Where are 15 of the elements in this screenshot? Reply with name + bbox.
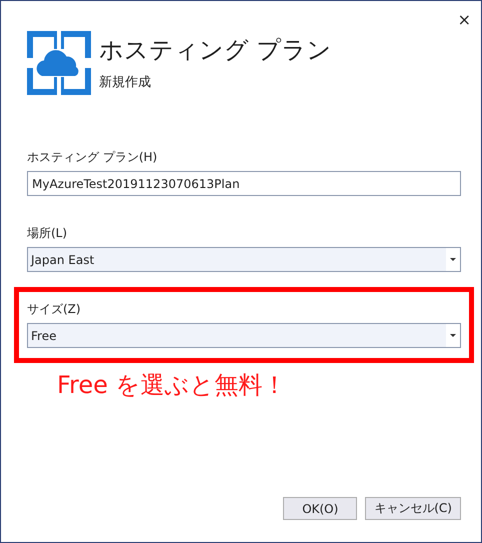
dropdown-arrow-icon xyxy=(450,334,456,337)
dialog-subtitle: 新規作成 xyxy=(99,74,151,91)
text-field[interactable]: MyAzureTest20191123070613Plan xyxy=(27,171,461,196)
ok-button[interactable]: OK(O) xyxy=(283,497,358,520)
cloud-app-icon xyxy=(27,31,91,95)
dropdown-arrow-icon xyxy=(450,258,456,261)
dialog-title: ホスティング プラン xyxy=(99,35,332,65)
dropdown-field[interactable]: Free xyxy=(27,323,461,348)
annotation-text: Free を選ぶと無料！ xyxy=(57,370,287,401)
cancel-button[interactable]: キャンセル(C) xyxy=(365,497,461,520)
close-button[interactable]: × xyxy=(454,11,475,29)
dropdown-field[interactable]: Japan East xyxy=(27,247,461,272)
field-label: 場所(L) xyxy=(27,225,68,242)
field-label: ホスティング プラン(H) xyxy=(27,149,158,166)
field-label: サイズ(Z) xyxy=(27,301,81,318)
